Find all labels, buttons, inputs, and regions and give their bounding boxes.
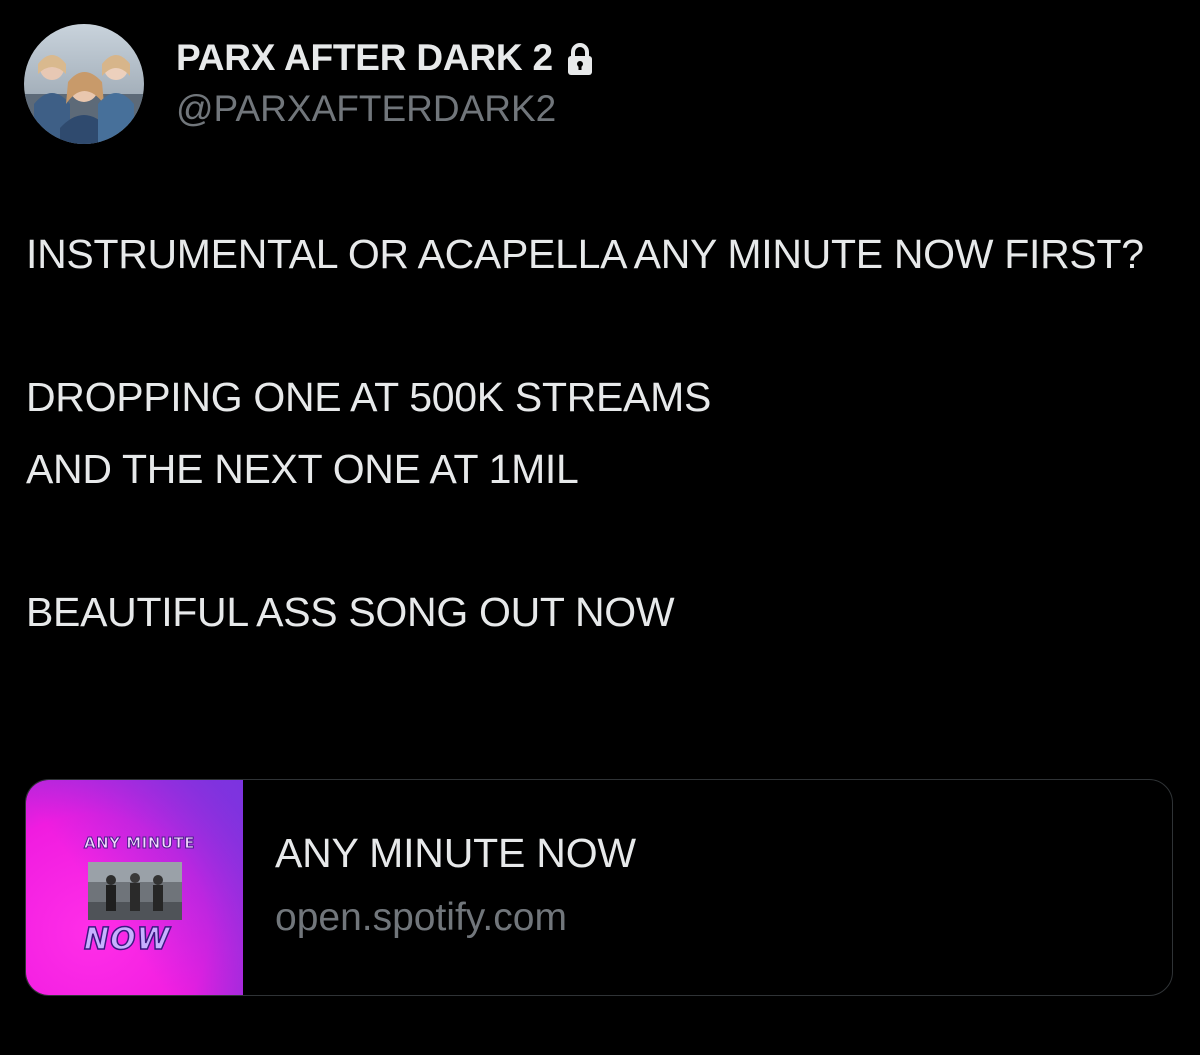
link-card-meta[interactable]: ANY MINUTE NOW open.spotify.com xyxy=(243,780,1172,995)
author-handle[interactable]: @PARXAFTERDARK2 xyxy=(176,88,556,130)
author-display-name[interactable]: PARX AFTER DARK 2 xyxy=(176,37,553,79)
tweet-paragraph: INSTRUMENTAL OR ACAPELLA ANY MINUTE NOW … xyxy=(26,231,1144,277)
link-preview-card[interactable]: ANY MINUTE NOW ANY MINUTE NOW open.spoti… xyxy=(25,779,1173,996)
album-thumbnail: ANY MINUTE NOW xyxy=(26,780,243,995)
link-card-domain: open.spotify.com xyxy=(275,896,567,939)
profile-photo-icon xyxy=(24,24,144,144)
tweet-paragraph: DROPPING ONE AT 500K STREAMS AND THE NEX… xyxy=(26,374,711,492)
tweet: PARX AFTER DARK 2 @PARXAFTERDARK2 INSTRU… xyxy=(0,0,1200,1055)
tweet-paragraph: BEAUTIFUL ASS SONG OUT NOW xyxy=(26,588,675,635)
lock-icon xyxy=(565,42,595,76)
thumbnail-top-text: ANY MINUTE xyxy=(84,834,195,853)
tweet-text: INSTRUMENTAL OR ACAPELLA ANY MINUTE NOW … xyxy=(26,219,1176,648)
link-card-title[interactable]: ANY MINUTE NOW xyxy=(275,830,636,877)
thumbnail-bottom-text: NOW xyxy=(83,921,171,958)
author-name-row[interactable]: PARX AFTER DARK 2 xyxy=(176,36,595,80)
author-avatar[interactable] xyxy=(24,24,144,144)
